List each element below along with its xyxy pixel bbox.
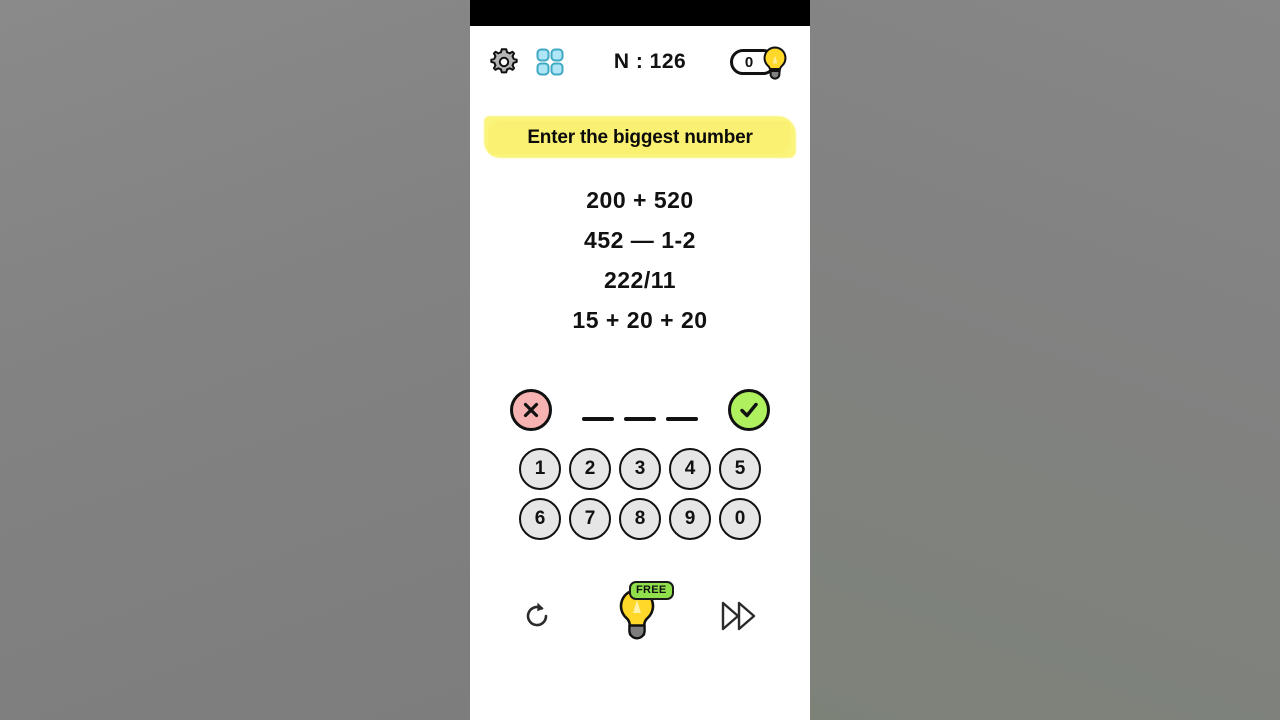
restart-button[interactable] bbox=[519, 598, 555, 634]
skip-button[interactable] bbox=[719, 599, 761, 633]
number-keypad: 1 2 3 4 5 6 7 8 9 0 bbox=[470, 447, 810, 540]
app-header: N : 126 0 bbox=[470, 26, 810, 98]
answer-slot[interactable] bbox=[582, 416, 614, 421]
bottom-toolbar: FREE bbox=[470, 576, 810, 656]
backdrop-right bbox=[810, 0, 1280, 720]
level-label: N : 126 bbox=[613, 50, 687, 73]
close-icon bbox=[523, 402, 539, 417]
grid-icon[interactable] bbox=[534, 46, 566, 78]
phone-viewport: N : 126 0 Enter the biggest number 200 +… bbox=[470, 0, 810, 720]
key-4[interactable]: 4 bbox=[669, 447, 711, 490]
lightbulb-icon bbox=[758, 45, 792, 86]
expression-item[interactable]: 222/11 bbox=[604, 266, 676, 296]
status-bar bbox=[470, 0, 810, 26]
expression-list: 200 + 520 452 — 1-2 222/11 15 + 20 + 20 bbox=[470, 186, 810, 336]
key-1[interactable]: 1 bbox=[519, 447, 561, 490]
answer-slot[interactable] bbox=[666, 416, 698, 421]
key-3[interactable]: 3 bbox=[619, 447, 661, 490]
hint-count-text: 0 bbox=[744, 53, 754, 71]
expression-item[interactable]: 452 — 1-2 bbox=[584, 226, 696, 256]
restart-icon bbox=[526, 602, 548, 626]
answer-slot[interactable] bbox=[624, 416, 656, 421]
key-2[interactable]: 2 bbox=[569, 447, 611, 490]
submit-button[interactable] bbox=[728, 388, 770, 431]
key-5[interactable]: 5 bbox=[719, 447, 761, 490]
key-0[interactable]: 0 bbox=[719, 497, 761, 540]
fast-forward-icon bbox=[721, 601, 756, 630]
key-9[interactable]: 9 bbox=[669, 497, 711, 540]
instruction-text: Enter the biggest number bbox=[527, 127, 753, 148]
key-6[interactable]: 6 bbox=[519, 497, 561, 540]
hint-counter[interactable]: 0 bbox=[730, 45, 792, 80]
gear-icon[interactable] bbox=[488, 46, 520, 78]
keypad-row-2: 6 7 8 9 0 bbox=[519, 497, 761, 540]
hint-button[interactable]: FREE bbox=[611, 580, 674, 647]
free-badge: FREE bbox=[629, 580, 674, 600]
clear-button[interactable] bbox=[510, 388, 552, 431]
backdrop-left bbox=[0, 0, 470, 720]
key-8[interactable]: 8 bbox=[619, 497, 661, 540]
answer-slots[interactable] bbox=[582, 416, 698, 421]
expression-item[interactable]: 200 + 520 bbox=[586, 186, 693, 216]
instruction-banner: Enter the biggest number bbox=[470, 112, 810, 164]
answer-row bbox=[470, 382, 810, 438]
keypad-row-1: 1 2 3 4 5 bbox=[519, 447, 761, 490]
key-7[interactable]: 7 bbox=[569, 497, 611, 540]
expression-item[interactable]: 15 + 20 + 20 bbox=[572, 306, 707, 336]
check-icon bbox=[740, 402, 758, 417]
screen-root: N : 126 0 Enter the biggest number 200 +… bbox=[0, 0, 1280, 720]
